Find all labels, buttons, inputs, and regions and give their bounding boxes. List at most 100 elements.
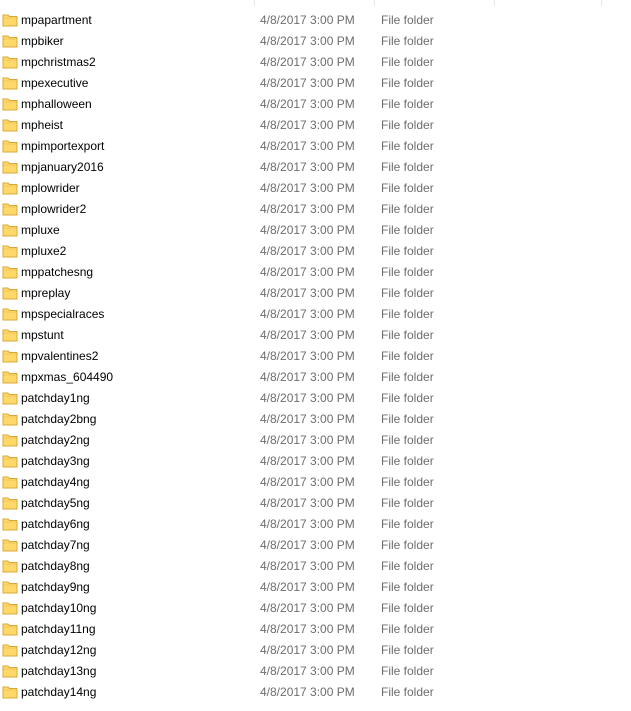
file-type: File folder bbox=[381, 685, 434, 699]
file-row[interactable]: patchday2bng 4/8/2017 3:00 PM File folder bbox=[0, 409, 631, 430]
folder-icon bbox=[2, 328, 18, 342]
file-name: patchday6ng bbox=[21, 517, 90, 531]
folder-icon bbox=[2, 433, 18, 447]
file-type: File folder bbox=[381, 349, 434, 363]
folder-icon bbox=[2, 517, 18, 531]
file-name: mpvalentines2 bbox=[21, 349, 99, 363]
date-modified: 4/8/2017 3:00 PM bbox=[260, 307, 355, 321]
file-row[interactable]: patchday9ng 4/8/2017 3:00 PM File folder bbox=[0, 577, 631, 598]
file-type: File folder bbox=[381, 391, 434, 405]
folder-icon bbox=[2, 265, 18, 279]
folder-icon bbox=[2, 160, 18, 174]
file-row[interactable]: patchday6ng 4/8/2017 3:00 PM File folder bbox=[0, 514, 631, 535]
folder-icon bbox=[2, 181, 18, 195]
date-modified: 4/8/2017 3:00 PM bbox=[260, 454, 355, 468]
file-row[interactable]: mpluxe2 4/8/2017 3:00 PM File folder bbox=[0, 241, 631, 262]
file-row[interactable]: patchday2ng 4/8/2017 3:00 PM File folder bbox=[0, 430, 631, 451]
file-name: mpluxe bbox=[21, 223, 60, 237]
file-type: File folder bbox=[381, 223, 434, 237]
file-row[interactable]: patchday12ng 4/8/2017 3:00 PM File folder bbox=[0, 640, 631, 661]
folder-icon bbox=[2, 118, 18, 132]
file-name: patchday13ng bbox=[21, 664, 97, 678]
file-row[interactable]: patchday14ng 4/8/2017 3:00 PM File folder bbox=[0, 682, 631, 703]
folder-icon bbox=[2, 454, 18, 468]
file-row[interactable]: patchday11ng 4/8/2017 3:00 PM File folder bbox=[0, 619, 631, 640]
file-row[interactable]: patchday1ng 4/8/2017 3:00 PM File folder bbox=[0, 388, 631, 409]
file-type: File folder bbox=[381, 664, 434, 678]
file-name: patchday5ng bbox=[21, 496, 90, 510]
date-modified: 4/8/2017 3:00 PM bbox=[260, 97, 355, 111]
file-row[interactable]: mpbiker 4/8/2017 3:00 PM File folder bbox=[0, 31, 631, 52]
file-type: File folder bbox=[381, 454, 434, 468]
folder-icon bbox=[2, 76, 18, 90]
file-row[interactable]: patchday8ng 4/8/2017 3:00 PM File folder bbox=[0, 556, 631, 577]
date-modified: 4/8/2017 3:00 PM bbox=[260, 664, 355, 678]
file-name: mphalloween bbox=[21, 97, 92, 111]
file-row[interactable]: patchday7ng 4/8/2017 3:00 PM File folder bbox=[0, 535, 631, 556]
file-name: patchday2ng bbox=[21, 433, 90, 447]
file-name: mppatchesng bbox=[21, 265, 94, 279]
file-row[interactable]: mpspecialraces 4/8/2017 3:00 PM File folde… bbox=[0, 304, 631, 325]
date-modified: 4/8/2017 3:00 PM bbox=[260, 580, 355, 594]
file-name: patchday4ng bbox=[21, 475, 90, 489]
file-type: File folder bbox=[381, 97, 434, 111]
file-name: patchday2bng bbox=[21, 412, 97, 426]
column-divider bbox=[494, 0, 495, 6]
file-name: mpxmas_604490 bbox=[21, 370, 114, 384]
file-row[interactable]: patchday13ng 4/8/2017 3:00 PM File folder bbox=[0, 661, 631, 682]
folder-icon bbox=[2, 349, 18, 363]
file-row[interactable]: mpluxe 4/8/2017 3:00 PM File folder bbox=[0, 220, 631, 241]
file-row[interactable]: mplowrider 4/8/2017 3:00 PM File folder bbox=[0, 178, 631, 199]
file-row[interactable]: mpvalentines2 4/8/2017 3:00 PM File folder bbox=[0, 346, 631, 367]
file-row[interactable]: mpchristmas2 4/8/2017 3:00 PM File folder bbox=[0, 52, 631, 73]
file-type: File folder bbox=[381, 139, 434, 153]
file-row[interactable]: patchday5ng 4/8/2017 3:00 PM File folder bbox=[0, 493, 631, 514]
file-row[interactable]: mpjanuary2016 4/8/2017 3:00 PM File folder bbox=[0, 157, 631, 178]
folder-icon bbox=[2, 202, 18, 216]
date-modified: 4/8/2017 3:00 PM bbox=[260, 265, 355, 279]
file-row[interactable]: mppatchesng 4/8/2017 3:00 PM File folder bbox=[0, 262, 631, 283]
column-divider bbox=[601, 0, 602, 6]
date-modified: 4/8/2017 3:00 PM bbox=[260, 76, 355, 90]
date-modified: 4/8/2017 3:00 PM bbox=[260, 34, 355, 48]
file-name: patchday1ng bbox=[21, 391, 90, 405]
file-row[interactable]: patchday4ng 4/8/2017 3:00 PM File folder bbox=[0, 472, 631, 493]
file-name: mpspecialraces bbox=[21, 307, 105, 321]
folder-icon bbox=[2, 412, 18, 426]
date-modified: 4/8/2017 3:00 PM bbox=[260, 685, 355, 699]
file-name: patchday7ng bbox=[21, 538, 90, 552]
file-type: File folder bbox=[381, 265, 434, 279]
date-modified: 4/8/2017 3:00 PM bbox=[260, 391, 355, 405]
file-row[interactable]: mpstunt 4/8/2017 3:00 PM File folder bbox=[0, 325, 631, 346]
folder-icon bbox=[2, 601, 18, 615]
file-row[interactable]: mpheist 4/8/2017 3:00 PM File folder bbox=[0, 115, 631, 136]
folder-icon bbox=[2, 622, 18, 636]
file-type: File folder bbox=[381, 496, 434, 510]
file-row[interactable]: mphalloween 4/8/2017 3:00 PM File folder bbox=[0, 94, 631, 115]
date-modified: 4/8/2017 3:00 PM bbox=[260, 286, 355, 300]
file-type: File folder bbox=[381, 286, 434, 300]
date-modified: 4/8/2017 3:00 PM bbox=[260, 622, 355, 636]
file-name: mpjanuary2016 bbox=[21, 160, 104, 174]
file-type: File folder bbox=[381, 601, 434, 615]
file-row[interactable]: patchday10ng 4/8/2017 3:00 PM File folder bbox=[0, 598, 631, 619]
file-row[interactable]: mpxmas_604490 4/8/2017 3:00 PM File folder bbox=[0, 367, 631, 388]
file-type: File folder bbox=[381, 55, 434, 69]
file-name: mpapartment bbox=[21, 13, 92, 27]
file-row[interactable]: patchday3ng 4/8/2017 3:00 PM File folder bbox=[0, 451, 631, 472]
folder-icon bbox=[2, 223, 18, 237]
file-row[interactable]: mpimportexport 4/8/2017 3:00 PM File folde… bbox=[0, 136, 631, 157]
file-type: File folder bbox=[381, 559, 434, 573]
file-name: patchday14ng bbox=[21, 685, 97, 699]
date-modified: 4/8/2017 3:00 PM bbox=[260, 118, 355, 132]
folder-icon bbox=[2, 538, 18, 552]
file-type: File folder bbox=[381, 13, 434, 27]
file-row[interactable]: mpreplay 4/8/2017 3:00 PM File folder bbox=[0, 283, 631, 304]
file-row[interactable]: mpexecutive 4/8/2017 3:00 PM File folder bbox=[0, 73, 631, 94]
file-type: File folder bbox=[381, 34, 434, 48]
file-name: mpreplay bbox=[21, 286, 71, 300]
date-modified: 4/8/2017 3:00 PM bbox=[260, 370, 355, 384]
file-type: File folder bbox=[381, 160, 434, 174]
file-row[interactable]: mplowrider2 4/8/2017 3:00 PM File folder bbox=[0, 199, 631, 220]
file-row[interactable]: mpapartment 4/8/2017 3:00 PM File folder bbox=[0, 10, 631, 31]
